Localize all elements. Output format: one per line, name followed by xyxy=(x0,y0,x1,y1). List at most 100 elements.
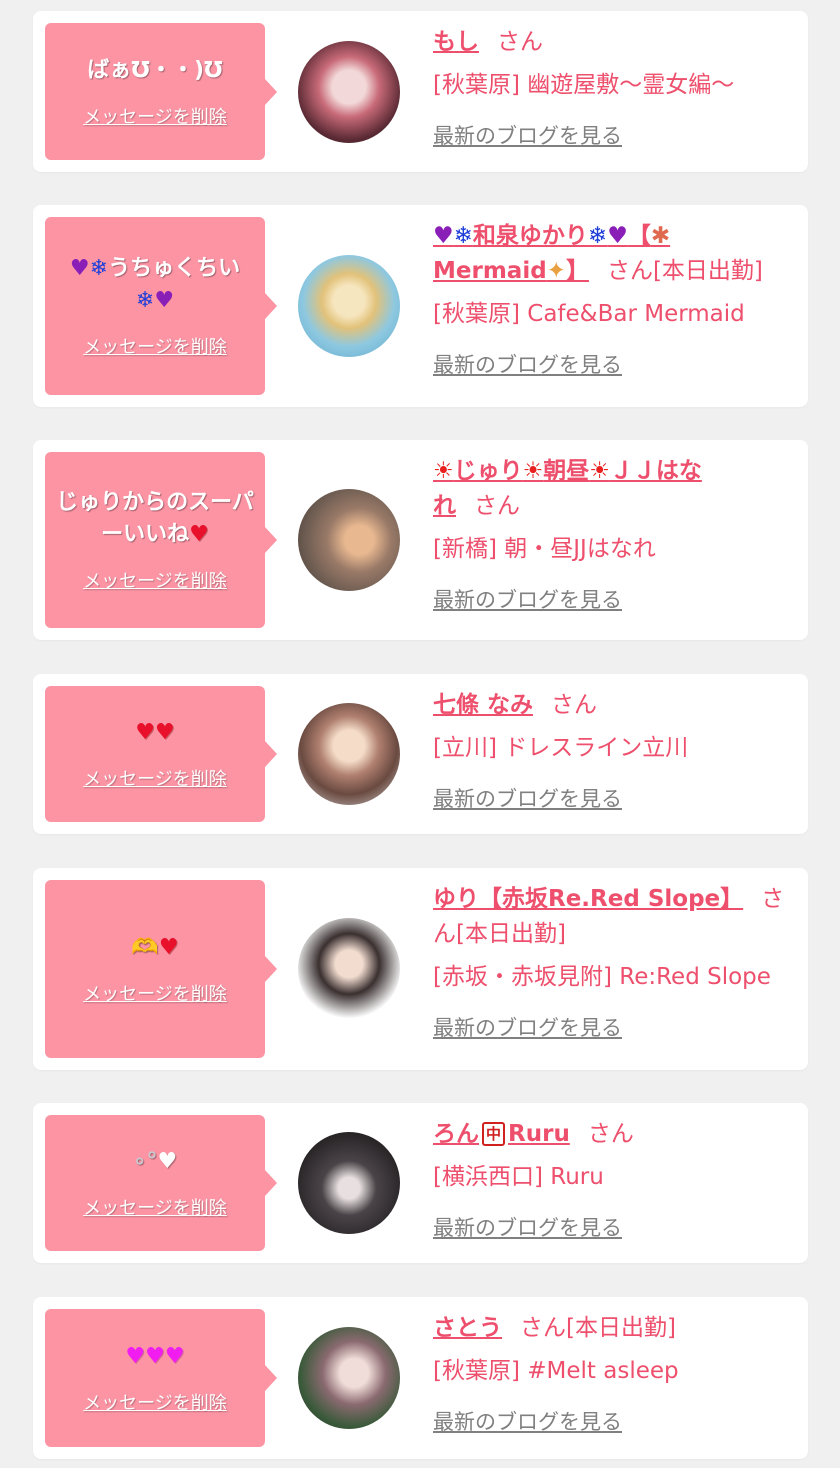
profile-info: 七條 なみ さん [立川] ドレスライン立川 最新のブログを見る xyxy=(433,688,790,813)
sun-icon: ☀ xyxy=(522,458,544,484)
shop-label: [横浜西口] Ruru xyxy=(433,1164,604,1190)
profile-info: ゆり【赤坂Re.Red Slope】さん[本日出勤] [赤坂・赤坂見附] Re:… xyxy=(433,882,790,1042)
red-heart-icon: ♥ xyxy=(158,935,179,960)
mahjong-tile-icon: 中 xyxy=(482,1122,506,1146)
red-heart-icon: ♥ xyxy=(135,720,155,745)
delete-message-link[interactable]: メッセージを削除 xyxy=(83,1194,227,1220)
cast-name-link[interactable]: もし xyxy=(433,29,479,55)
honorific: さん xyxy=(587,1121,634,1147)
heart-hands-icon: 🫶 xyxy=(131,935,159,960)
name-line: さとう さん[本日出勤] xyxy=(433,1311,790,1346)
message-bubble: ♥♥ メッセージを削除 xyxy=(45,686,277,822)
name-line: ゆり【赤坂Re.Red Slope】さん[本日出勤] xyxy=(433,882,790,952)
honorific-continued: ん xyxy=(433,921,456,947)
red-heart-icon: ♥ xyxy=(189,522,209,547)
message-bubble: ばぁ℧・・)℧ メッセージを削除 xyxy=(45,23,277,160)
name-line: ☀じゅり☀朝昼☀ＪＪはなれさん xyxy=(433,454,790,524)
snowflake-icon: ❄ xyxy=(135,288,155,313)
message-text: ばぁ℧・・)℧ xyxy=(87,57,223,83)
magenta-heart-icon: ♥ xyxy=(125,1344,146,1369)
cast-name-link[interactable]: ゆり【赤坂Re.Red Slope】 xyxy=(433,886,743,912)
profile-info: ろん中 Ruru さん [横浜西口] Ruru 最新のブログを見る xyxy=(433,1117,790,1242)
honorific: さん xyxy=(551,692,598,718)
message-text: ♥❄うちゅくちい ❄♥ xyxy=(70,253,240,317)
cast-name-link[interactable]: ろん中 Ruru xyxy=(433,1121,570,1147)
purple-heart-icon: ♥ xyxy=(607,223,628,249)
avatar[interactable] xyxy=(298,41,400,143)
white-heart-icon: ♥ xyxy=(157,1149,178,1174)
delete-message-link[interactable]: メッセージを削除 xyxy=(83,765,227,791)
snowflake-icon: ❄ xyxy=(587,223,608,249)
profile-info: もし さん [秋葉原] 幽遊屋敷〜霊女編〜 最新のブログを見る xyxy=(433,25,790,150)
latest-blog-link[interactable]: 最新のブログを見る xyxy=(433,1406,622,1436)
message-card: ∘°♥ メッセージを削除 ろん中 Ruru さん [横浜西口] Ruru 最新のブロ… xyxy=(33,1103,808,1263)
message-text: ♥♥ xyxy=(135,717,174,749)
honorific: さん xyxy=(520,1315,566,1341)
latest-blog-link[interactable]: 最新のブログを見る xyxy=(433,120,622,150)
delete-message-link[interactable]: メッセージを削除 xyxy=(83,333,227,359)
message-bubble: ∘°♥ メッセージを削除 xyxy=(45,1115,277,1251)
message-text-body: うちゅくちい xyxy=(108,256,241,281)
message-card: ♥♥♥ メッセージを削除 さとう さん[本日出勤] [秋葉原] #Melt asl… xyxy=(33,1297,808,1459)
latest-blog-link[interactable]: 最新のブログを見る xyxy=(433,1012,622,1042)
name-line: もし さん xyxy=(433,25,790,60)
profile-info: ☀じゅり☀朝昼☀ＪＪはなれさん [新橋] 朝・昼JJはなれ 最新のブログを見る xyxy=(433,454,790,614)
cast-name-link[interactable]: さとう xyxy=(433,1315,502,1341)
shop-label: [新橋] 朝・昼JJはなれ xyxy=(433,536,656,562)
magenta-heart-icon: ♥ xyxy=(145,1344,165,1369)
message-card: ♥♥ メッセージを削除 七條 なみ さん [立川] ドレスライン立川 最新のブログ… xyxy=(33,674,808,834)
honorific: さ xyxy=(761,886,785,912)
on-duty-status: [本日出勤] xyxy=(652,258,763,284)
message-bubble: ♥❄うちゅくちい ❄♥ メッセージを削除 xyxy=(45,217,277,395)
cast-name-link[interactable]: 七條 なみ xyxy=(433,692,533,718)
message-text: ♥♥♥ xyxy=(125,1341,184,1373)
honorific: さん xyxy=(497,29,543,55)
shop-label: [赤坂・赤坂見附] Re:Red Slope xyxy=(433,964,771,990)
name-line: ♥❄和泉ゆかり❄♥【✱ Mermaid✦】 さん[本日出勤] xyxy=(433,219,790,289)
shop-label: [秋葉原] Cafe&Bar Mermaid xyxy=(433,301,745,327)
avatar[interactable] xyxy=(298,489,400,591)
avatar[interactable] xyxy=(298,1132,400,1234)
shop-label: [立川] ドレスライン立川 xyxy=(433,735,689,761)
snowflake-icon: ❄ xyxy=(453,223,473,249)
purple-heart-icon: ♥ xyxy=(154,288,175,313)
delete-message-link[interactable]: メッセージを削除 xyxy=(83,103,227,129)
avatar[interactable] xyxy=(298,255,400,357)
shop-label: [秋葉原] #Melt asleep xyxy=(433,1358,679,1384)
delete-message-link[interactable]: メッセージを削除 xyxy=(83,1389,227,1415)
magenta-heart-icon: ♥ xyxy=(164,1344,185,1369)
sun-icon: ☀ xyxy=(589,458,610,484)
message-text-body: じゅりからのスーパーいいね xyxy=(56,490,254,547)
name-line: 七條 なみ さん xyxy=(433,688,790,723)
purple-heart-icon: ♥ xyxy=(433,223,454,249)
coral-icon: ✱ xyxy=(650,223,671,249)
on-duty-status: [本日出勤] xyxy=(566,1315,676,1341)
honorific: さん xyxy=(474,493,520,519)
delete-message-link[interactable]: メッセージを削除 xyxy=(83,567,227,593)
mermaid-icon: ✦ xyxy=(546,258,566,284)
sun-icon: ☀ xyxy=(433,458,454,484)
latest-blog-link[interactable]: 最新のブログを見る xyxy=(433,783,622,813)
message-card: ♥❄うちゅくちい ❄♥ メッセージを削除 ♥❄和泉ゆかり❄♥【✱ Mermaid✦… xyxy=(33,205,808,407)
message-bubble: ♥♥♥ メッセージを削除 xyxy=(45,1309,277,1447)
red-heart-icon: ♥ xyxy=(155,720,175,745)
name-line: ろん中 Ruru さん xyxy=(433,1117,790,1152)
purple-heart-icon: ♥ xyxy=(69,256,90,281)
avatar[interactable] xyxy=(298,703,400,805)
message-text: 🫶♥ xyxy=(131,932,178,964)
shop-label: [秋葉原] 幽遊屋敷〜霊女編〜 xyxy=(433,72,735,98)
message-bubble: じゅりからのスーパーいいね♥ メッセージを削除 xyxy=(45,452,277,628)
avatar[interactable] xyxy=(298,1327,400,1429)
message-card: 🫶♥ メッセージを削除 ゆり【赤坂Re.Red Slope】さん[本日出勤] [… xyxy=(33,868,808,1070)
message-text: じゅりからのスーパーいいね♥ xyxy=(53,487,257,551)
avatar[interactable] xyxy=(298,918,400,1020)
bubbles-icon: ∘° xyxy=(132,1149,158,1174)
honorific: さん xyxy=(606,258,653,284)
delete-message-link[interactable]: メッセージを削除 xyxy=(83,980,227,1006)
snowflake-icon: ❄ xyxy=(89,256,109,281)
latest-blog-link[interactable]: 最新のブログを見る xyxy=(433,349,622,379)
latest-blog-link[interactable]: 最新のブログを見る xyxy=(433,584,622,614)
latest-blog-link[interactable]: 最新のブログを見る xyxy=(433,1212,622,1242)
profile-info: ♥❄和泉ゆかり❄♥【✱ Mermaid✦】 さん[本日出勤] [秋葉原] Cafe&… xyxy=(433,219,790,379)
on-duty-status: [本日出勤] xyxy=(456,921,566,947)
